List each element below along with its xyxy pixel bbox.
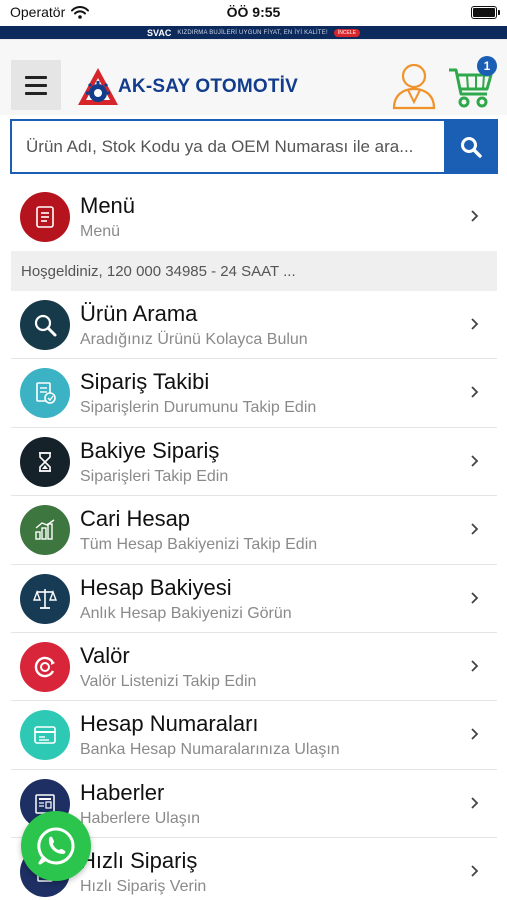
search-input[interactable]: [10, 119, 444, 174]
promo-banner[interactable]: SVAC KIZDIRMA BUJİLERİ UYGUN FİYAT, EN İ…: [0, 26, 507, 39]
promo-brand: SVAC: [147, 27, 172, 38]
chevron-right-icon: [471, 660, 479, 672]
chevron-right-icon: [471, 455, 479, 467]
chevron-right-icon: [471, 386, 479, 399]
magnifier-icon: [20, 300, 70, 350]
item-title: Ürün Arama: [80, 301, 198, 326]
list-item-siparis-takibi[interactable]: Sipariş Takibi Siparişlerin Durumunu Tak…: [11, 359, 497, 428]
list-item-menu[interactable]: Menü Menü: [11, 183, 497, 251]
battery-icon: [471, 6, 500, 19]
item-title: Hesap Numaraları: [80, 711, 259, 737]
item-subtitle: Banka Hesap Numaralarınıza Ulaşın: [80, 741, 340, 759]
promo-cta-button[interactable]: İNCELE: [333, 28, 360, 37]
order-document-icon: [20, 368, 70, 419]
hamburger-line: [25, 83, 47, 87]
user-account-icon[interactable]: [392, 62, 436, 110]
hamburger-line: [25, 75, 47, 79]
list-icon: [20, 192, 70, 242]
cycle-icon: [20, 641, 70, 692]
item-title: Hesap Bakiyesi: [80, 574, 232, 600]
status-time: ÖÖ 9:55: [226, 4, 281, 20]
item-title: Valör: [80, 642, 130, 668]
item-subtitle: Anlık Hesap Bakiyenizi Görün: [80, 604, 292, 622]
whatsapp-button[interactable]: [21, 811, 91, 881]
app-header: AK-SAY OTOMOTİV: [0, 39, 507, 115]
chevron-right-icon: [471, 523, 479, 535]
list-item-hesap-bakiyesi[interactable]: Hesap Bakiyesi Anlık Hesap Bakiyenizi Gö…: [11, 565, 497, 633]
chevron-right-icon: [471, 865, 479, 877]
search-button[interactable]: [444, 119, 498, 174]
item-subtitle: Menü: [80, 223, 121, 240]
whatsapp-icon: [37, 827, 75, 865]
chevron-right-icon: [471, 318, 479, 330]
list-item-urun-arama[interactable]: Ürün Arama Aradığınız Ürünü Kolayca Bulu…: [11, 291, 497, 360]
scales-icon: [20, 573, 70, 624]
chevron-right-icon: [471, 728, 479, 740]
list-item-bakiye-siparis[interactable]: Bakiye Sipariş Siparişleri Takip Edin: [11, 428, 497, 497]
item-title: Bakiye Sipariş: [80, 437, 220, 463]
status-bar: Operatör ÖÖ 9:55: [0, 0, 507, 26]
item-title: Cari Hesap: [80, 506, 191, 532]
search-bar: [10, 119, 498, 174]
item-title: Menü: [80, 193, 136, 218]
main-menu-list: Menü Menü Hoşgeldiniz, 120 000 34985 - 2…: [11, 183, 497, 900]
promo-text: KIZDIRMA BUJİLERİ UYGUN FİYAT, EN İYİ KA…: [177, 29, 328, 36]
item-subtitle: Hızlı Sipariş Verin: [80, 878, 207, 896]
item-subtitle: Tüm Hesap Bakiyenizi Takip Edin: [80, 536, 318, 554]
list-item-hesap-numaralari[interactable]: Hesap Numaraları Banka Hesap Numaraların…: [11, 701, 497, 770]
hourglass-icon: [20, 436, 70, 487]
logo-text: AK-SAY OTOMOTİV: [118, 76, 299, 97]
bank-card-icon: [20, 710, 70, 761]
item-subtitle: Valör Listenizi Takip Edin: [80, 672, 257, 690]
item-title: Sipariş Takibi: [80, 369, 210, 395]
item-title: Haberler: [80, 779, 165, 805]
hamburger-line: [25, 91, 47, 95]
company-logo[interactable]: AK-SAY OTOMOTİV: [75, 65, 298, 109]
search-icon: [461, 136, 482, 158]
chevron-right-icon: [471, 210, 479, 222]
item-subtitle: Aradığınız Ürünü Kolayca Bulun: [80, 331, 308, 348]
logo-mark-icon: [78, 68, 118, 105]
list-item-cari-hesap[interactable]: Cari Hesap Tüm Hesap Bakiyenizi Takip Ed…: [11, 496, 497, 565]
bar-chart-icon: [20, 505, 70, 556]
welcome-banner: Hoşgeldiniz, 120 000 34985 - 24 SAAT ...: [11, 251, 497, 291]
item-subtitle: Siparişleri Takip Edin: [80, 467, 229, 485]
list-item-valor[interactable]: Valör Valör Listenizi Takip Edin: [11, 633, 497, 702]
item-subtitle: Siparişlerin Durumunu Takip Edin: [80, 399, 317, 417]
cart-count-badge: 1: [477, 56, 497, 76]
item-subtitle: Haberlere Ulaşın: [80, 809, 201, 827]
item-title: Hızlı Sipariş: [80, 848, 198, 874]
chevron-right-icon: [471, 797, 479, 809]
hamburger-menu-button[interactable]: [11, 60, 61, 110]
chevron-right-icon: [471, 591, 479, 604]
